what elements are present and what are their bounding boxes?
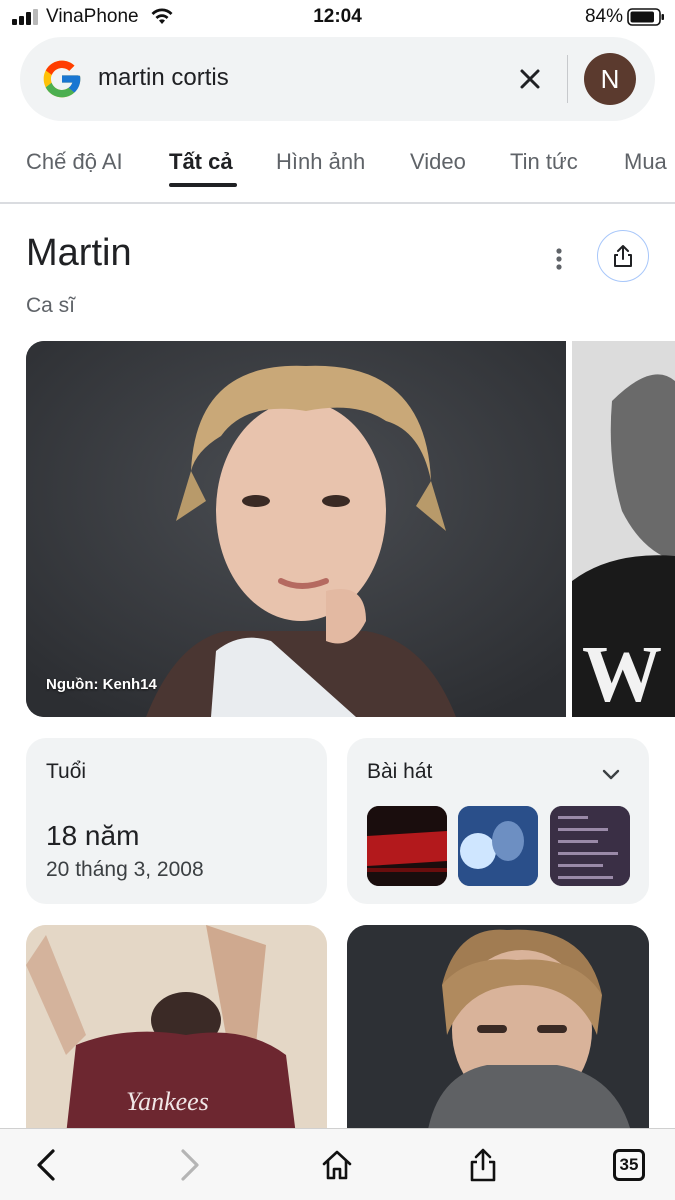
tabs-button[interactable]: 35 — [607, 1143, 651, 1187]
album-art-icon — [550, 806, 630, 886]
tab-images[interactable]: Hình ảnh — [276, 149, 365, 175]
tabs-count: 35 — [613, 1149, 645, 1181]
song-thumbnail[interactable] — [458, 806, 538, 886]
result-image[interactable] — [347, 925, 649, 1135]
svg-text:W: W — [582, 631, 662, 717]
result-image[interactable]: Yankees — [26, 925, 327, 1135]
magazine-photo-icon: W — [572, 341, 675, 717]
back-button[interactable] — [24, 1143, 68, 1187]
share-page-button[interactable] — [461, 1143, 505, 1187]
age-card-label: Tuổi — [46, 760, 87, 783]
home-button[interactable] — [315, 1143, 359, 1187]
search-divider — [567, 55, 568, 103]
entity-main-image[interactable]: Nguồn: Kenh14 — [26, 341, 566, 717]
entity-subtitle: Ca sĩ — [26, 294, 76, 317]
album-art-icon — [458, 806, 538, 886]
home-icon — [322, 1150, 352, 1180]
tab-ai-mode[interactable]: Chế độ AI — [26, 149, 123, 175]
portrait-photo-icon — [26, 341, 566, 717]
forward-button[interactable] — [168, 1143, 212, 1187]
photo-icon — [347, 925, 649, 1135]
search-tabs: Chế độ AI Tất cả Hình ảnh Video Tin tức … — [0, 140, 675, 202]
clear-search-button[interactable] — [512, 61, 548, 97]
entity-second-image[interactable]: W — [572, 341, 675, 717]
status-bar: VinaPhone 12:04 84% — [0, 0, 675, 34]
chevron-right-icon — [181, 1149, 199, 1181]
battery-icon — [627, 8, 664, 26]
share-icon — [470, 1148, 496, 1182]
close-icon — [520, 69, 540, 89]
songs-card[interactable]: Bài hát — [347, 738, 649, 904]
age-value: 18 năm — [46, 820, 140, 851]
album-art-icon — [367, 806, 447, 886]
chevron-down-icon[interactable] — [599, 762, 623, 786]
age-card[interactable]: Tuổi 18 năm 20 tháng 3, 2008 — [26, 738, 327, 904]
clock: 12:04 — [313, 6, 362, 27]
tabs-divider — [0, 202, 675, 204]
photo-icon: Yankees — [26, 925, 327, 1135]
song-thumbnail[interactable] — [367, 806, 447, 886]
browser-toolbar: 35 — [0, 1128, 675, 1200]
chevron-left-icon — [37, 1149, 55, 1181]
more-options-button[interactable] — [545, 243, 573, 275]
search-query[interactable]: martin cortis — [98, 64, 229, 92]
google-logo-icon — [43, 60, 81, 98]
share-button[interactable] — [597, 230, 649, 282]
songs-card-label: Bài hát — [367, 760, 433, 783]
tab-videos[interactable]: Video — [410, 149, 466, 175]
tab-news[interactable]: Tin tức — [510, 149, 578, 175]
account-avatar[interactable]: N — [584, 53, 636, 105]
more-vert-icon — [556, 248, 562, 270]
tab-shopping[interactable]: Mua — [624, 149, 667, 175]
battery-percent: 84% — [584, 6, 623, 27]
active-tab-indicator — [169, 183, 237, 187]
share-icon — [614, 245, 632, 267]
entity-title: Martin — [26, 232, 132, 274]
song-thumbnail[interactable] — [550, 806, 630, 886]
image-source-label: Nguồn: Kenh14 — [46, 676, 157, 693]
search-bar[interactable]: martin cortis N — [20, 37, 655, 121]
tab-all[interactable]: Tất cả — [169, 149, 233, 175]
svg-text:Yankees: Yankees — [126, 1087, 209, 1116]
birth-date: 20 tháng 3, 2008 — [46, 858, 204, 881]
